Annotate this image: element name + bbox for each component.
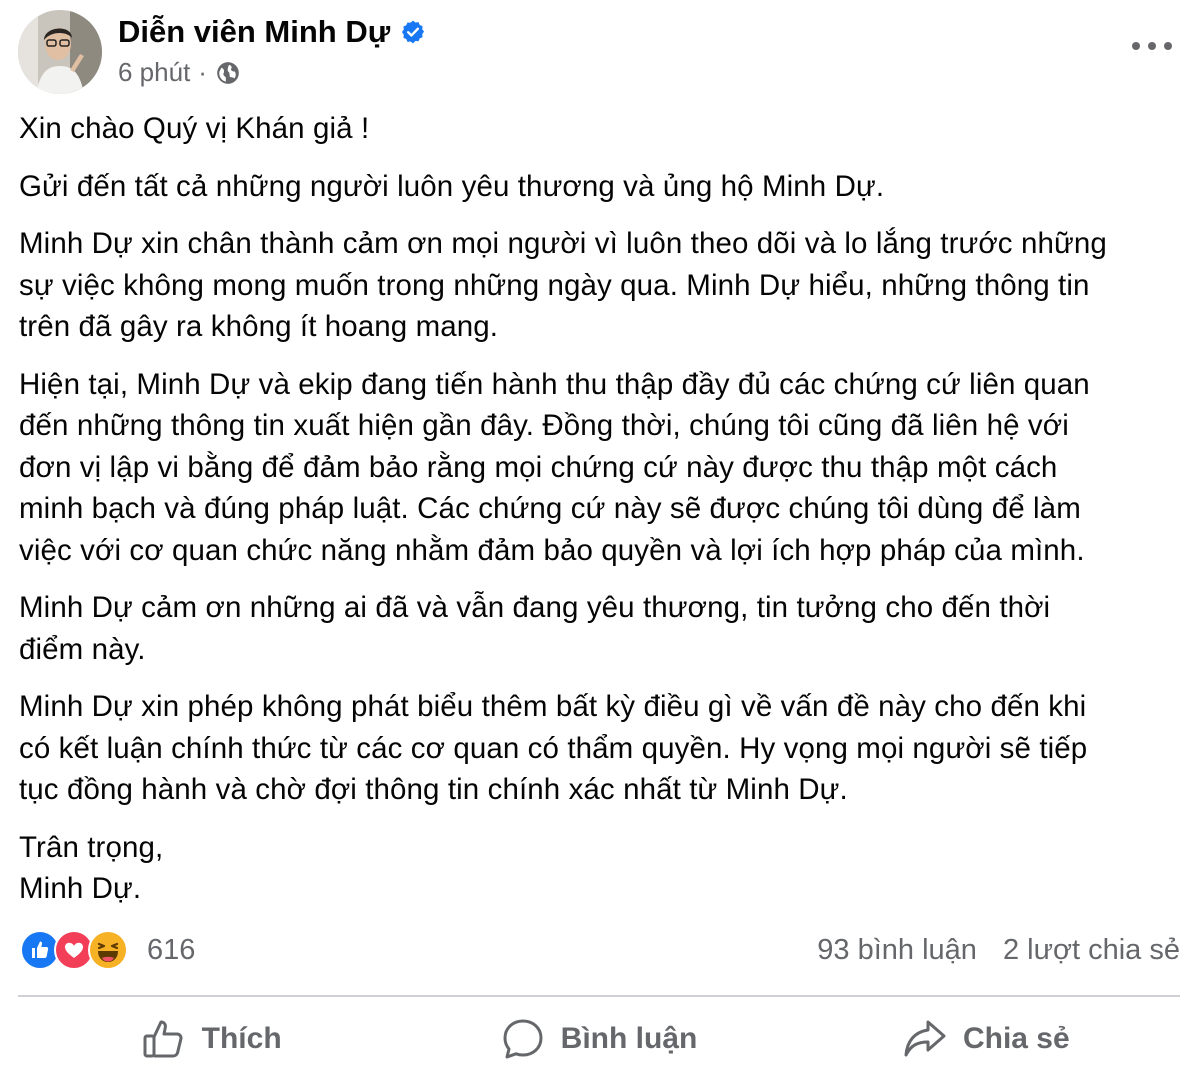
like-button-label: Thích xyxy=(201,1022,282,1055)
post-paragraph: Gửi đến tất cả những người luôn yêu thươ… xyxy=(19,166,1181,208)
avatar-image xyxy=(18,10,102,94)
comment-button[interactable]: Bình luận xyxy=(405,1004,792,1074)
avatar[interactable] xyxy=(18,10,102,94)
reactions-row: 616 93 bình luận 2 lượt chia sẻ xyxy=(20,930,1180,974)
post-text-line: có kết luận chính thức từ các cơ quan có… xyxy=(19,731,1088,765)
post-paragraph: Minh Dự cảm ơn những ai đã và vẫn đang y… xyxy=(19,587,1181,670)
thumbs-up-icon xyxy=(143,1020,183,1058)
verified-badge-icon xyxy=(402,20,425,44)
share-icon xyxy=(904,1020,946,1057)
post-text-line: điểm này. xyxy=(19,632,146,666)
post-text-line: Xin chào Quý vị Khán giả ! xyxy=(19,112,370,145)
post-meta: 6 phút · xyxy=(118,57,241,88)
haha-reaction-icon xyxy=(88,930,128,970)
divider xyxy=(18,995,1180,997)
author-name[interactable]: Diễn viên Minh Dự xyxy=(118,14,426,50)
reaction-icons[interactable] xyxy=(20,930,128,970)
meta-separator: · xyxy=(198,57,207,87)
post-text-line: Minh Dự xin chân thành cảm ơn mọi người … xyxy=(19,227,1107,260)
post-text-line: đến những thông tin xuất hiện gần đây. Đ… xyxy=(19,409,1069,442)
post-header: Diễn viên Minh Dự 6 phút · xyxy=(18,10,1182,94)
post-paragraph: Minh Dự xin phép không phát biểu thêm bấ… xyxy=(19,686,1181,811)
post-text-line: Gửi đến tất cả những người luôn yêu thươ… xyxy=(19,169,885,203)
post-text-line: sự việc không mong muốn trong những ngày… xyxy=(19,268,1090,302)
like-button[interactable]: Thích xyxy=(18,1004,405,1074)
comment-button-label: Bình luận xyxy=(560,1022,698,1055)
post-text-line: Minh Dự cảm ơn những ai đã và vẫn đang y… xyxy=(19,591,1051,624)
post-text-line: Trân trọng, xyxy=(19,830,164,864)
post-text-line: Minh Dự xin phép không phát biểu thêm bấ… xyxy=(19,690,1087,723)
facebook-post: Diễn viên Minh Dự 6 phút · Xin chào Quý … xyxy=(0,0,1200,1078)
post-text-line: Hiện tại, Minh Dự và ekip đang tiến hành… xyxy=(19,367,1090,401)
author-name-text[interactable]: Diễn viên Minh Dự xyxy=(118,14,390,50)
comment-icon xyxy=(503,1019,543,1059)
engagement-stats: 93 bình luận 2 lượt chia sẻ xyxy=(817,934,1180,967)
post-paragraph: Minh Dự xin chân thành cảm ơn mọi người … xyxy=(19,223,1181,348)
comment-count[interactable]: 93 bình luận xyxy=(817,934,977,967)
post-text-line: minh bạch và đúng pháp luật. Các chứng c… xyxy=(19,492,1081,525)
post-text-line: Minh Dự. xyxy=(19,872,142,905)
post-paragraph: Trân trọng, Minh Dự. xyxy=(19,827,1181,910)
post-paragraph: Xin chào Quý vị Khán giả ! xyxy=(19,108,1181,150)
share-button[interactable]: Chia sẻ xyxy=(793,1004,1180,1074)
post-time[interactable]: 6 phút xyxy=(118,57,190,88)
action-bar: Thích Bình luận Chia sẻ xyxy=(18,1004,1180,1074)
more-options-icon[interactable] xyxy=(1132,34,1172,58)
post-paragraph: Hiện tại, Minh Dự và ekip đang tiến hành… xyxy=(19,364,1181,572)
post-content: Xin chào Quý vị Khán giả ! Gửi đến tất cả… xyxy=(19,108,1181,926)
post-text-line: tục đồng hành và chờ đợi thông tin chính… xyxy=(19,773,848,806)
post-text-line: đơn vị lập vi bằng để đảm bảo rằng mọi c… xyxy=(19,450,1058,484)
post-text-line: trên đã gây ra không ít hoang mang. xyxy=(19,310,499,343)
globe-icon[interactable] xyxy=(215,60,241,86)
share-count[interactable]: 2 lượt chia sẻ xyxy=(1003,934,1180,967)
post-text-line: việc với cơ quan chức năng nhằm đảm bảo … xyxy=(19,533,1085,567)
share-button-label: Chia sẻ xyxy=(962,1022,1070,1055)
reaction-count[interactable]: 616 xyxy=(147,934,195,967)
